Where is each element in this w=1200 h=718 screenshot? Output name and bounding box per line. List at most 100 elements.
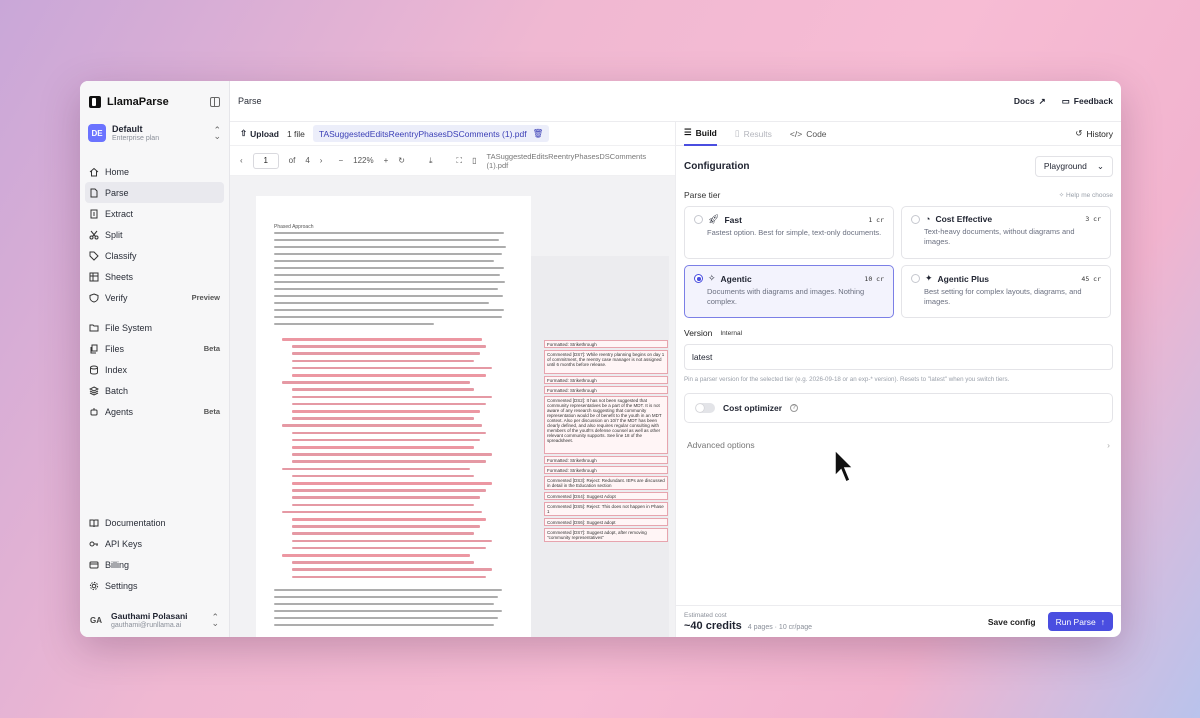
content: ⇧ Upload 1 file TASuggestedEditsReentryP… bbox=[230, 122, 1121, 637]
download-icon[interactable]: ⤓ bbox=[429, 156, 433, 166]
tier-fast[interactable]: 🚀︎ Fast 1 cr Fastest option. Best for si… bbox=[684, 206, 894, 259]
tracked-change-line bbox=[292, 546, 486, 550]
next-page-icon[interactable]: › bbox=[320, 156, 323, 165]
sidebar-item-index[interactable]: Index bbox=[85, 359, 224, 380]
comment-balloon[interactable]: Formatted: Strikethrough bbox=[544, 376, 668, 384]
comment-balloon[interactable]: Formatted: Strikethrough bbox=[544, 466, 668, 474]
tab-build[interactable]: ☰ Build bbox=[684, 122, 717, 146]
tier-cost: 1 cr bbox=[868, 215, 884, 224]
sidebar-item-split[interactable]: Split bbox=[85, 224, 224, 245]
tab-code[interactable]: </> Code bbox=[790, 122, 827, 146]
mode-select[interactable]: Playground ⌄ bbox=[1034, 155, 1113, 177]
tracked-change-line bbox=[282, 338, 482, 341]
zoom-out-icon[interactable]: − bbox=[338, 156, 343, 165]
sidebar-item-parse[interactable]: Parse bbox=[85, 182, 224, 203]
save-config-button[interactable]: Save config bbox=[988, 617, 1036, 627]
trash-icon[interactable]: 🗑 bbox=[533, 128, 544, 139]
tier-radio[interactable] bbox=[694, 215, 703, 224]
sidebar-item-agents[interactable]: Agents Beta bbox=[85, 401, 224, 422]
user-menu[interactable]: GA Gauthami Polasani gauthami@runllama.a… bbox=[80, 611, 229, 629]
sidebar-item-classify[interactable]: Classify bbox=[85, 245, 224, 266]
tier-header: Parse tier ✧ Help me choose bbox=[684, 188, 1113, 202]
history-button[interactable]: ↺ History bbox=[1075, 128, 1113, 139]
sidebar-item-documentation[interactable]: Documentation bbox=[85, 512, 224, 533]
sidebar-item-label: Files bbox=[105, 343, 125, 354]
sidebar-item-verify[interactable]: Verify Preview bbox=[85, 287, 224, 308]
comment-balloon[interactable]: Commented [DS7]: Suggest adopt, after re… bbox=[544, 528, 668, 542]
sidebar-item-home[interactable]: Home bbox=[85, 161, 224, 182]
user-email: gauthami@runllama.ai bbox=[111, 622, 182, 629]
sidebar-item-label: File System bbox=[105, 322, 153, 333]
tier-radio[interactable] bbox=[694, 274, 703, 283]
advanced-options[interactable]: Advanced options › bbox=[684, 433, 1113, 457]
document-canvas[interactable]: Phased Approach Formatted: Strikethrough… bbox=[230, 176, 675, 637]
config-tabs: ☰ Build ▯ Results </> Code ↺ History bbox=[676, 122, 1121, 146]
help-icon[interactable]: ? bbox=[790, 404, 799, 412]
tracked-change-line bbox=[292, 489, 486, 492]
zoom-in-icon[interactable]: + bbox=[384, 156, 389, 165]
mode-value: Playground bbox=[1043, 161, 1087, 171]
document-text-line bbox=[274, 609, 502, 613]
sidebar-item-batch[interactable]: Batch bbox=[85, 380, 224, 401]
tracked-change-line bbox=[292, 453, 492, 456]
run-parse-button[interactable]: Run Parse ↑ bbox=[1047, 612, 1113, 631]
nav-primary: Home Parse Extract Split Classify Sheets bbox=[80, 161, 229, 308]
page-input[interactable]: 1 bbox=[252, 152, 279, 169]
feedback-button[interactable]: ▭ Feedback bbox=[1062, 96, 1113, 107]
tab-results[interactable]: ▯ Results bbox=[735, 122, 772, 146]
file-name: TASuggestedEditsReentryPhasesDSComments … bbox=[318, 128, 527, 139]
rotate-icon[interactable]: ↻ bbox=[398, 156, 405, 165]
sidebar-item-file-system[interactable]: File System bbox=[85, 317, 224, 338]
comment-balloon[interactable]: Commented [DS7]: While reentry planning … bbox=[544, 350, 668, 374]
tracked-change-line bbox=[292, 532, 474, 535]
upload-icon: ⇧ bbox=[240, 128, 248, 138]
estimated-cost-label: Estimated cost bbox=[684, 611, 727, 619]
fullscreen-icon[interactable]: ⛶ bbox=[457, 156, 463, 166]
upload-button[interactable]: ⇧ Upload bbox=[240, 128, 279, 139]
org-switcher[interactable]: DE Default Enterprise plan ⌃ ⌄ bbox=[88, 124, 221, 142]
tier-agentic[interactable]: ✧ Agentic 10 cr Documents with diagrams … bbox=[684, 265, 894, 318]
chevron-down-icon: ⌄ bbox=[1096, 160, 1104, 171]
tier-options: 🚀︎ Fast 1 cr Fastest option. Best for si… bbox=[684, 206, 1113, 318]
config-footer: Estimated cost ~40 credits 4 pages · 10 … bbox=[676, 605, 1121, 637]
version-input[interactable]: latest bbox=[684, 344, 1113, 370]
tier-radio[interactable] bbox=[911, 214, 920, 224]
comment-balloon[interactable]: Commented [DS4]: Suggest Adopt bbox=[544, 492, 668, 500]
comment-balloon[interactable]: Formatted: Strikethrough bbox=[544, 340, 668, 348]
tracked-change-line bbox=[292, 525, 480, 528]
sidebar-item-extract[interactable]: Extract bbox=[85, 203, 224, 224]
sidebar-item-settings[interactable]: Settings bbox=[85, 575, 224, 596]
comment-balloon[interactable]: Commented [DS6]: Suggest adopt bbox=[544, 518, 668, 526]
beta-badge: Beta bbox=[203, 407, 220, 416]
comment-balloon[interactable]: Formatted: Strikethrough bbox=[544, 386, 668, 394]
help-me-choose-link[interactable]: ✧ Help me choose bbox=[1059, 191, 1113, 199]
comment-balloon[interactable]: Commented [DS2]: It has not been suggest… bbox=[544, 396, 668, 454]
comment-balloon[interactable]: Commented [DS5]: Reject: This does not h… bbox=[544, 502, 668, 516]
tracked-change-line bbox=[292, 561, 474, 564]
prev-page-icon[interactable]: ‹ bbox=[240, 156, 243, 165]
upload-label: Upload bbox=[250, 128, 279, 139]
tracked-change-line bbox=[292, 503, 474, 506]
tier-cost-effective[interactable]: ◔ Cost Effective 3 cr Text-heavy documen… bbox=[901, 206, 1111, 259]
folder-icon bbox=[89, 323, 99, 333]
tier-radio[interactable] bbox=[911, 274, 920, 283]
sidebar-item-api-keys[interactable]: API Keys bbox=[85, 533, 224, 554]
document-text-line bbox=[274, 588, 502, 592]
sidebar-item-sheets[interactable]: Sheets bbox=[85, 266, 224, 287]
document-text-line bbox=[274, 602, 494, 606]
comment-balloon[interactable]: Formatted: Strikethrough bbox=[544, 456, 668, 464]
tracked-change-line bbox=[292, 366, 492, 370]
comment-balloon[interactable]: Commented [DS3]: Reject: Redundant. IEPs… bbox=[544, 476, 668, 490]
file-chip[interactable]: TASuggestedEditsReentryPhasesDSComments … bbox=[312, 125, 550, 142]
sidebar-item-billing[interactable]: Billing bbox=[85, 554, 224, 575]
avatar: GA bbox=[90, 615, 102, 625]
document-text-line bbox=[274, 623, 494, 627]
tab-label: Results bbox=[743, 128, 772, 139]
docs-link[interactable]: Docs ↗ bbox=[1014, 96, 1046, 107]
estimate-detail: 4 pages · 10 cr/page bbox=[747, 623, 813, 631]
cost-optimizer-toggle[interactable] bbox=[695, 403, 715, 413]
tier-agentic-plus[interactable]: ✦ Agentic Plus 45 cr Best setting for co… bbox=[901, 265, 1111, 318]
sidebar-item-files[interactable]: Files Beta bbox=[85, 338, 224, 359]
tracked-change-line bbox=[292, 575, 486, 578]
sidebar-collapse-icon[interactable] bbox=[210, 96, 220, 107]
